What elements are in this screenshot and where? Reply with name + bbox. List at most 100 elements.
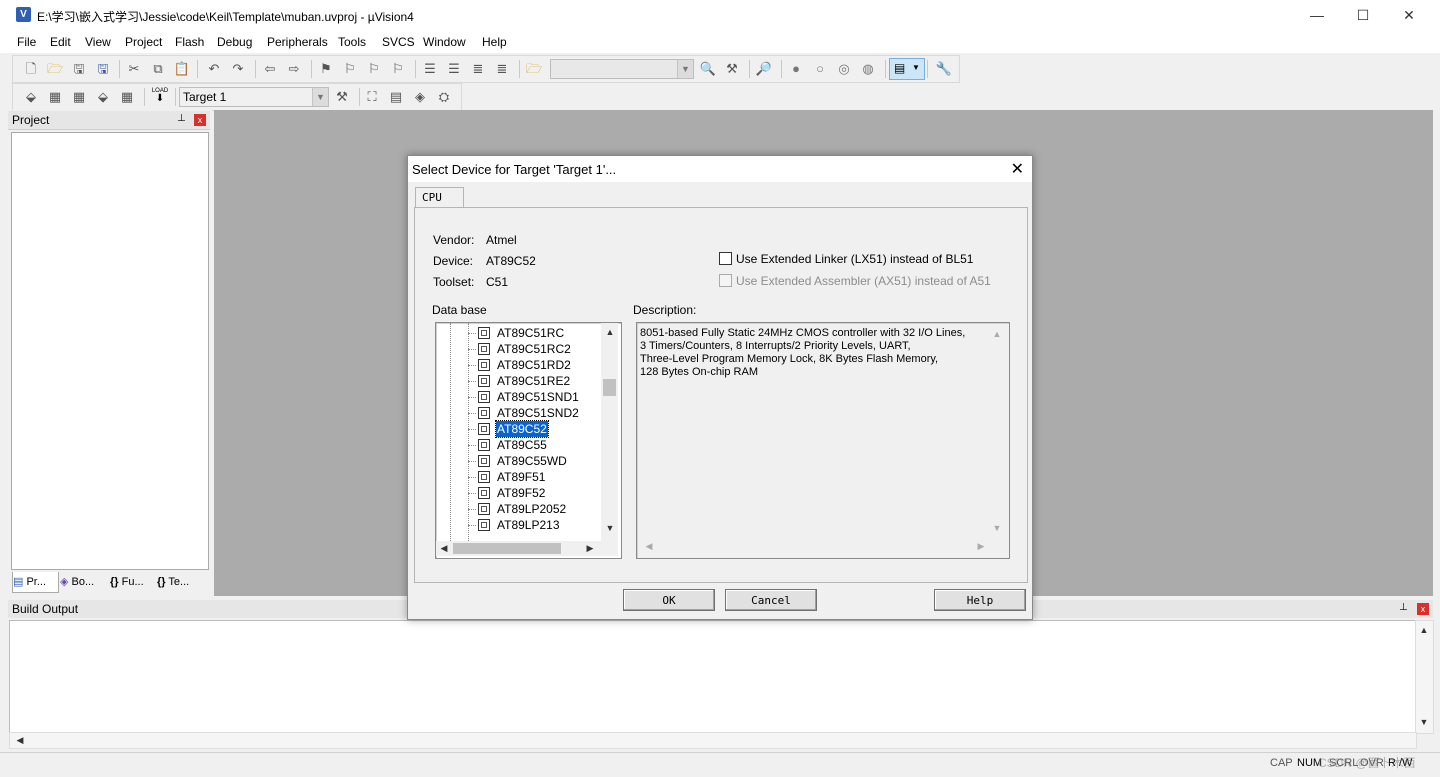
indent-icon[interactable]: ☰ — [421, 60, 439, 78]
save-icon[interactable]: 🖫 — [70, 60, 88, 78]
device-tree-item[interactable]: AT89LP2052 — [496, 501, 567, 517]
device-tree-item[interactable]: AT89C51RD2 — [496, 357, 572, 373]
menu-svcs[interactable]: SVCS — [382, 35, 415, 49]
tab-books[interactable]: ◈ Bo... — [60, 572, 106, 592]
tab-functions[interactable]: {} Fu... — [110, 572, 154, 592]
chevron-down-icon[interactable]: ▼ — [677, 60, 693, 78]
undo-icon[interactable]: ↶ — [205, 60, 223, 78]
device-tree-item[interactable]: AT89F52 — [496, 485, 546, 501]
device-tree-item[interactable]: AT89F51 — [496, 469, 546, 485]
save-all-icon[interactable]: 🖫 — [94, 60, 112, 78]
ok-button[interactable]: OK — [623, 589, 715, 611]
device-tree-item[interactable]: AT89LP213 — [496, 517, 561, 533]
select-packs-icon[interactable]: ⛭ — [435, 88, 453, 106]
rebuild-icon[interactable]: ▦ — [70, 88, 88, 106]
maximize-button[interactable]: ☐ — [1340, 0, 1386, 31]
device-tree-item[interactable]: AT89C51RC2 — [496, 341, 572, 357]
device-tree-item[interactable]: AT89C51RC — [496, 325, 565, 341]
navigate-back-icon[interactable]: ⇦ — [261, 60, 279, 78]
scroll-down-icon[interactable]: ▼ — [1416, 715, 1432, 730]
menu-window[interactable]: Window — [423, 35, 466, 49]
menu-view[interactable]: View — [85, 35, 111, 49]
comment-icon[interactable]: ≣ — [469, 60, 487, 78]
tree-vertical-scrollbar[interactable]: ▲ ▼ — [601, 323, 618, 541]
open-folder-icon[interactable]: 🗁 — [46, 60, 64, 78]
menu-file[interactable]: File — [17, 35, 36, 49]
close-panel-icon[interactable]: x — [1417, 603, 1429, 615]
close-window-button[interactable]: ✕ — [1386, 0, 1432, 31]
navigate-forward-icon[interactable]: ⇨ — [285, 60, 303, 78]
scroll-left-icon[interactable]: ◀ — [436, 541, 452, 556]
extended-linker-label[interactable]: Use Extended Linker (LX51) instead of BL… — [736, 252, 973, 266]
pin-icon[interactable]: ⊥ — [177, 113, 186, 124]
find-combo[interactable]: ▼ — [550, 59, 694, 79]
configuration-wrench-icon[interactable]: 🔧 — [935, 60, 953, 78]
manage-components-icon[interactable]: ⛶ — [363, 88, 381, 106]
menu-flash[interactable]: Flash — [175, 35, 204, 49]
disable-breakpoints-icon[interactable]: ◎ — [835, 60, 853, 78]
pin-icon[interactable]: ⊥ — [1399, 602, 1408, 613]
uncomment-icon[interactable]: ≣ — [493, 60, 511, 78]
scroll-down-icon[interactable]: ▼ — [602, 521, 618, 536]
scroll-up-icon[interactable]: ▲ — [602, 325, 618, 340]
build-output-area[interactable] — [9, 620, 1421, 734]
scroll-thumb[interactable] — [603, 379, 616, 396]
scroll-right-icon[interactable]: ▶ — [582, 541, 598, 556]
bookmark-icon[interactable]: ⚑ — [317, 60, 335, 78]
insert-breakpoint-icon[interactable]: ● — [787, 60, 805, 78]
previous-bookmark-icon[interactable]: ⚐ — [341, 60, 359, 78]
dialog-close-icon[interactable]: ✕ — [1011, 159, 1024, 179]
find-in-files-icon[interactable]: 🗁 — [525, 60, 543, 78]
project-tree-area[interactable] — [11, 132, 209, 570]
start-debug-icon[interactable]: 🔎 — [755, 60, 773, 78]
load-download-button[interactable]: LOAD ⬇ — [150, 88, 170, 106]
device-description-box[interactable]: 8051-based Fully Static 24MHz CMOS contr… — [636, 322, 1010, 559]
extended-linker-checkbox[interactable] — [719, 252, 732, 265]
file-extensions-icon[interactable]: ▤ — [387, 88, 405, 106]
scroll-left-icon[interactable]: ◀ — [12, 733, 28, 748]
menu-help[interactable]: Help — [482, 35, 507, 49]
scroll-up-icon[interactable]: ▲ — [1416, 623, 1432, 638]
redo-icon[interactable]: ↷ — [229, 60, 247, 78]
menu-tools[interactable]: Tools — [338, 35, 366, 49]
build-output-horizontal-scrollbar[interactable]: ◀ — [9, 732, 1417, 749]
next-bookmark-icon[interactable]: ⚐ — [365, 60, 383, 78]
cut-icon[interactable]: ✂ — [125, 60, 143, 78]
build-icon[interactable]: ▦ — [46, 88, 64, 106]
close-panel-icon[interactable]: x — [194, 114, 206, 126]
manage-multi-project-icon[interactable]: ◈ — [411, 88, 429, 106]
menu-debug[interactable]: Debug — [217, 35, 252, 49]
tab-cpu[interactable]: CPU — [415, 187, 464, 208]
menu-edit[interactable]: Edit — [50, 35, 71, 49]
find-icon[interactable]: 🔍 — [699, 60, 717, 78]
copy-icon[interactable]: ⧉ — [149, 60, 167, 78]
new-file-icon[interactable]: 🗋 — [22, 60, 40, 78]
menu-peripherals[interactable]: Peripherals — [267, 35, 328, 49]
device-database-tree[interactable]: AT89C51RC AT89C51RC2 AT89C51RD2 AT89C51RE2 A… — [435, 322, 622, 559]
device-tree-item[interactable]: AT89C51SND1 — [496, 389, 580, 405]
enable-breakpoint-icon[interactable]: ○ — [811, 60, 829, 78]
unindent-icon[interactable]: ☰ — [445, 60, 463, 78]
paste-icon[interactable]: 📋 — [173, 60, 191, 78]
tab-templates[interactable]: {} Te... — [157, 572, 205, 592]
cancel-button[interactable]: Cancel — [725, 589, 817, 611]
device-tree-item[interactable]: AT89C51RE2 — [496, 373, 571, 389]
stop-build-icon[interactable]: ▦ — [118, 88, 136, 106]
build-output-vertical-scrollbar[interactable]: ▲ ▼ — [1415, 620, 1434, 734]
target-options-icon[interactable]: ⚒ — [333, 88, 351, 106]
clear-bookmarks-icon[interactable]: ⚐ — [389, 60, 407, 78]
tab-project[interactable]: ▤ Pr... — [12, 572, 59, 593]
tree-horizontal-scrollbar[interactable]: ◀ ▶ — [436, 541, 618, 556]
device-tree-item[interactable]: AT89C52 — [495, 420, 549, 438]
scroll-thumb[interactable] — [453, 543, 561, 554]
extended-assembler-checkbox[interactable] — [719, 274, 732, 287]
menu-project[interactable]: Project — [125, 35, 162, 49]
help-button[interactable]: Help — [934, 589, 1026, 611]
window-layout-button[interactable]: ▤ ▼ — [889, 58, 925, 80]
incremental-find-icon[interactable]: ⚒ — [723, 60, 741, 78]
chevron-down-icon[interactable]: ▼ — [312, 88, 328, 106]
device-tree-item[interactable]: AT89C55WD — [496, 453, 568, 469]
device-tree-item[interactable]: AT89C55 — [496, 437, 548, 453]
minimize-button[interactable]: — — [1294, 0, 1340, 31]
target-select[interactable]: Target 1 ▼ — [179, 87, 329, 107]
